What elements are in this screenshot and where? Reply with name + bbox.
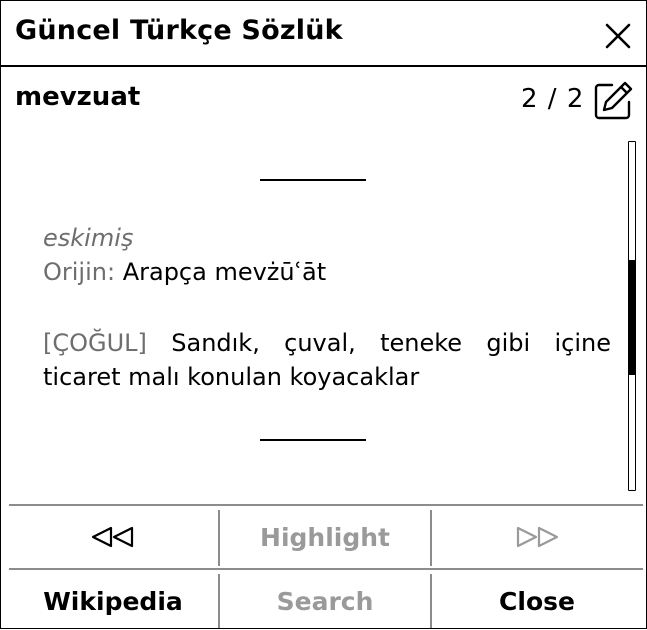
headword: mevzuat bbox=[15, 82, 141, 112]
scrollbar-thumb[interactable] bbox=[629, 260, 635, 375]
definition-content[interactable]: eskimiş Orijin: Arapça mevżūʿāt [ÇOĞUL] … bbox=[1, 137, 646, 503]
usage-block: eskimiş Orijin: Arapça mevżūʿāt bbox=[43, 221, 611, 289]
double-triangle-left-icon bbox=[90, 526, 136, 548]
prev-button[interactable] bbox=[9, 508, 217, 566]
close-icon[interactable] bbox=[603, 21, 633, 51]
usage-label: eskimiş bbox=[43, 224, 134, 252]
next-button[interactable] bbox=[432, 508, 642, 566]
origin-line: Orijin: Arapça mevżūʿāt bbox=[43, 255, 611, 289]
dialog-title: Güncel Türkçe Sözlük bbox=[15, 15, 343, 46]
separator-top bbox=[260, 179, 366, 181]
plural-tag: [ÇOĞUL] bbox=[43, 329, 147, 357]
highlight-button[interactable]: Highlight bbox=[220, 508, 430, 566]
search-button[interactable]: Search bbox=[220, 572, 430, 630]
wikipedia-button[interactable]: Wikipedia bbox=[9, 572, 217, 630]
double-triangle-right-icon bbox=[514, 526, 560, 548]
divider-top bbox=[9, 504, 643, 506]
divider-middle bbox=[9, 568, 643, 570]
result-counter: 2 / 2 bbox=[521, 84, 585, 114]
definition-block: [ÇOĞUL] Sandık, çuval, teneke gibi içine… bbox=[43, 326, 611, 394]
title-bar: Güncel Türkçe Sözlük bbox=[1, 1, 646, 67]
dictionary-dialog: Güncel Türkçe Sözlük mevzuat 2 / 2 eskim… bbox=[0, 0, 647, 629]
scrollbar[interactable] bbox=[628, 141, 636, 491]
edit-icon[interactable] bbox=[592, 80, 634, 122]
origin-value: Arapça mevżūʿāt bbox=[122, 258, 327, 286]
origin-label: Orijin: bbox=[43, 258, 116, 286]
separator-bottom bbox=[260, 439, 366, 441]
close-button[interactable]: Close bbox=[432, 572, 642, 630]
headword-row: mevzuat 2 / 2 bbox=[1, 67, 646, 137]
